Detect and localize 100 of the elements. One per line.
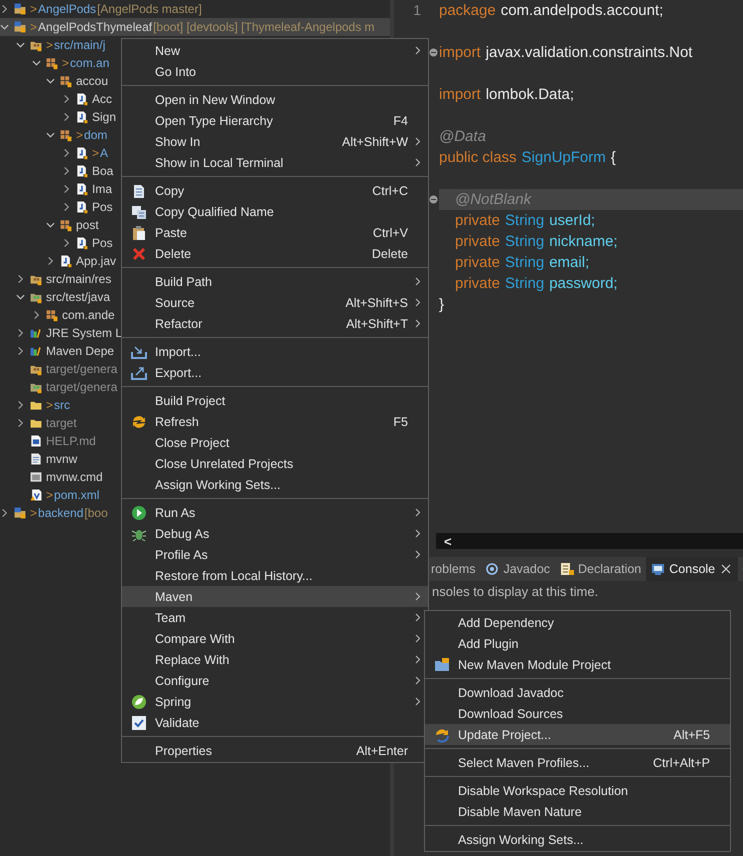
tree-label: src/main/j [54, 38, 106, 52]
shortcut-label: Delete [372, 246, 408, 260]
menu-label: Open in New Window [155, 92, 276, 106]
tree-label: Acc [92, 92, 112, 106]
tree-label: Pos [92, 236, 113, 250]
code-line: @Data [439, 128, 487, 145]
tree-label: Ima [92, 182, 112, 196]
menu-label: Download Javadoc [458, 686, 565, 700]
tree-label: pom.xml [54, 488, 100, 502]
menu-label: New [155, 44, 182, 58]
tree-label: dom [84, 128, 108, 142]
menu-label: Build Path [155, 274, 213, 288]
code-line: import javax.validation.constraints.Not [439, 44, 694, 61]
menu-label: Go Into [155, 64, 197, 78]
change-marker: > [76, 128, 84, 142]
tree-label: AngelPodsThymeleaf [38, 20, 152, 34]
change-marker: > [46, 488, 54, 502]
menu-label: Show In [155, 134, 202, 148]
menu-label: Team [155, 610, 187, 624]
shortcut-label: F5 [393, 414, 408, 428]
menu-label: New Maven Module Project [458, 658, 612, 672]
menu-label: Disable Maven Nature [458, 804, 583, 818]
shortcut-label: Ctrl+C [372, 184, 408, 198]
tree-label: Maven Depe [46, 344, 114, 358]
menu-label: Assign Working Sets... [458, 832, 585, 846]
tree-label: mvnw [46, 452, 78, 466]
tree-label: target/genera [46, 362, 118, 376]
code-line: private String email; [455, 254, 590, 271]
line-number: 1 [412, 1, 422, 20]
tree-label: accou [76, 74, 108, 88]
menu-label: Validate [155, 716, 200, 730]
menu-label: Download Sources [458, 706, 564, 720]
menu-label: Maven [155, 590, 194, 604]
shortcut-label: Alt+Enter [356, 744, 408, 758]
menu-label: Select Maven Profiles... [458, 756, 590, 770]
menu-label: Close Unrelated Projects [155, 456, 294, 470]
tree-label: JRE System L [46, 326, 122, 340]
code-line: import lombok.Data; [439, 86, 576, 103]
tree-label: Pos [92, 200, 113, 214]
menu-label: Delete [155, 246, 192, 260]
menu-label: Import... [155, 344, 202, 358]
tree-label: Sign [92, 110, 116, 124]
code-line: @NotBlank [455, 191, 532, 208]
tree-decoration: [boot] [devtools] [Thymeleaf-Angelpods m [153, 20, 375, 34]
code-line: public class SignUpForm { [439, 149, 617, 166]
menu-label: Disable Workspace Resolution [458, 784, 629, 798]
menu-label: Show in Local Terminal [155, 156, 284, 170]
menu-label: Compare With [155, 632, 236, 646]
menu-label: Refresh [155, 414, 200, 428]
console-message: nsoles to display at this time. [431, 584, 598, 599]
change-marker: > [30, 2, 38, 16]
menu-label: Close Project [155, 436, 230, 450]
tree-label: src/main/res [46, 272, 112, 286]
shortcut-label: Alt+Shift+T [346, 316, 408, 330]
menu-label: Copy Qualified Name [155, 204, 275, 218]
code-line: } [439, 296, 446, 313]
menu-label: Add Dependency [458, 616, 555, 630]
code-line: private String password; [455, 275, 619, 292]
change-marker: > [62, 56, 70, 70]
tree-label: src/test/java [46, 290, 110, 304]
tree-label: AngelPods [38, 2, 96, 16]
tree-label: src [54, 398, 70, 412]
tree-label: com.ande [62, 308, 115, 322]
menu-label: Restore from Local History... [155, 568, 314, 582]
tree-decoration: [boo [84, 506, 108, 520]
menu-label: Update Project... [458, 728, 552, 742]
change-marker: > [92, 146, 100, 160]
tree-label: com.an [70, 56, 110, 70]
change-marker: > [46, 38, 54, 52]
tree-decoration: [AngelPods master] [97, 2, 202, 16]
change-marker: > [30, 506, 38, 520]
menu-label: Source [155, 296, 196, 310]
code-line: private String userId; [455, 212, 596, 229]
menu-label: Build Project [155, 394, 226, 408]
menu-label: Replace With [155, 652, 230, 666]
tree-label: mvnw.cmd [46, 470, 103, 484]
menu-label: Export... [155, 366, 203, 380]
menu-label: Profile As [155, 548, 209, 562]
menu-label: Add Plugin [458, 636, 520, 650]
menu-label: Copy [155, 184, 186, 198]
code-line: private String nickname; [455, 233, 619, 250]
tree-label: backend [38, 506, 84, 520]
shortcut-label: Ctrl+Alt+P [653, 756, 710, 770]
shortcut-label: F4 [393, 114, 408, 128]
tree-label: target/genera [46, 380, 118, 394]
code-line: package com.andelpods.account; [439, 2, 664, 19]
menu-label: Open Type Hierarchy [155, 114, 274, 128]
shortcut-label: Ctrl+V [372, 226, 408, 240]
change-marker: > [46, 398, 54, 412]
menu-label: Refactor [155, 316, 204, 330]
menu-label: Spring [155, 694, 192, 708]
menu-label: Configure [155, 674, 210, 688]
shortcut-label: Alt+F5 [674, 728, 710, 742]
menu-label: Debug As [155, 526, 210, 540]
tree-label: App.jav [76, 254, 116, 268]
menu-label: Properties [155, 744, 213, 758]
change-marker: > [30, 20, 38, 34]
tree-label: post [76, 218, 99, 232]
menu-label: Run As [155, 506, 196, 520]
shortcut-label: Alt+Shift+S [345, 296, 408, 310]
